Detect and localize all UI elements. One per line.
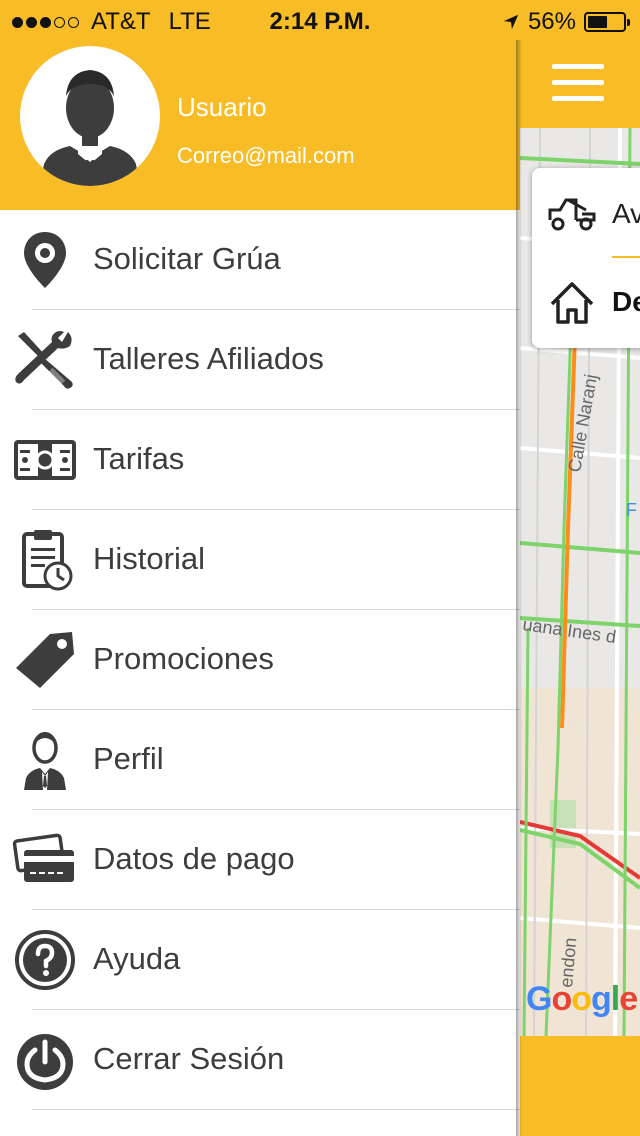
poi-label: F (626, 500, 637, 520)
menu-label: Perfil (93, 741, 164, 776)
clipboard-clock-icon (12, 528, 78, 592)
help-icon (12, 928, 78, 992)
menu-label: Datos de pago (93, 841, 295, 876)
map-pin-icon (12, 228, 78, 292)
menu-item-cerrar-sesion[interactable]: Cerrar Sesión (0, 1010, 520, 1110)
origin-underline (612, 256, 640, 258)
menu-item-promociones[interactable]: Promociones (0, 610, 520, 710)
status-bar: AT&T LTE 2:14 P.M. 56% (0, 0, 640, 40)
drawer-shadow (516, 0, 522, 1136)
menu-item-talleres-afiliados[interactable]: Talleres Afiliados (0, 310, 520, 410)
user-email: Correo@mail.com (177, 143, 355, 168)
home-icon (550, 282, 594, 324)
navigation-drawer: Usuario Correo@mail.com Solicitar Grúa T… (0, 0, 520, 1136)
menu-item-ayuda[interactable]: Ayuda (0, 910, 520, 1010)
menu-label: Talleres Afiliados (93, 341, 324, 376)
tag-icon (12, 628, 78, 692)
avatar[interactable] (20, 46, 160, 186)
menu-item-historial[interactable]: Historial (0, 510, 520, 610)
menu-item-perfil[interactable]: Perfil (0, 710, 520, 810)
menu-label: Historial (93, 541, 205, 576)
money-icon (12, 428, 78, 492)
battery-percent: 56% (527, 8, 576, 35)
menu-label: Tarifas (93, 441, 185, 476)
location-arrow-icon (503, 14, 519, 30)
credit-card-icon (12, 828, 78, 892)
menu-item-datos-de-pago[interactable]: Datos de pago (0, 810, 520, 910)
menu-label: Cerrar Sesión (93, 1041, 285, 1076)
user-name: Usuario (177, 92, 267, 122)
tools-icon (12, 328, 78, 392)
person-icon (12, 728, 78, 792)
menu-label: Promociones (93, 641, 274, 676)
map-top-bar (520, 40, 640, 128)
tow-truck-icon (548, 198, 596, 231)
route-card[interactable]: Av De (532, 168, 640, 348)
destination-text[interactable]: De (612, 286, 640, 318)
google-attribution: Google (526, 980, 638, 1018)
map-bottom-bar[interactable] (520, 1036, 640, 1136)
hamburger-menu-icon[interactable] (552, 64, 604, 104)
map-screen: Calle Naranj uana Ines d endon F Google … (520, 0, 640, 1136)
menu-label: Ayuda (93, 941, 181, 976)
battery-icon (584, 12, 630, 32)
status-right: 56% (502, 8, 630, 36)
menu-label: Solicitar Grúa (93, 241, 281, 276)
drawer-menu: Solicitar Grúa Talleres Afiliados Tarifa… (0, 210, 520, 1110)
menu-item-tarifas[interactable]: Tarifas (0, 410, 520, 510)
menu-item-solicitar-grua[interactable]: Solicitar Grúa (0, 210, 520, 310)
origin-text[interactable]: Av (612, 198, 640, 230)
power-icon (12, 1028, 78, 1092)
user-avatar-icon (40, 70, 140, 186)
